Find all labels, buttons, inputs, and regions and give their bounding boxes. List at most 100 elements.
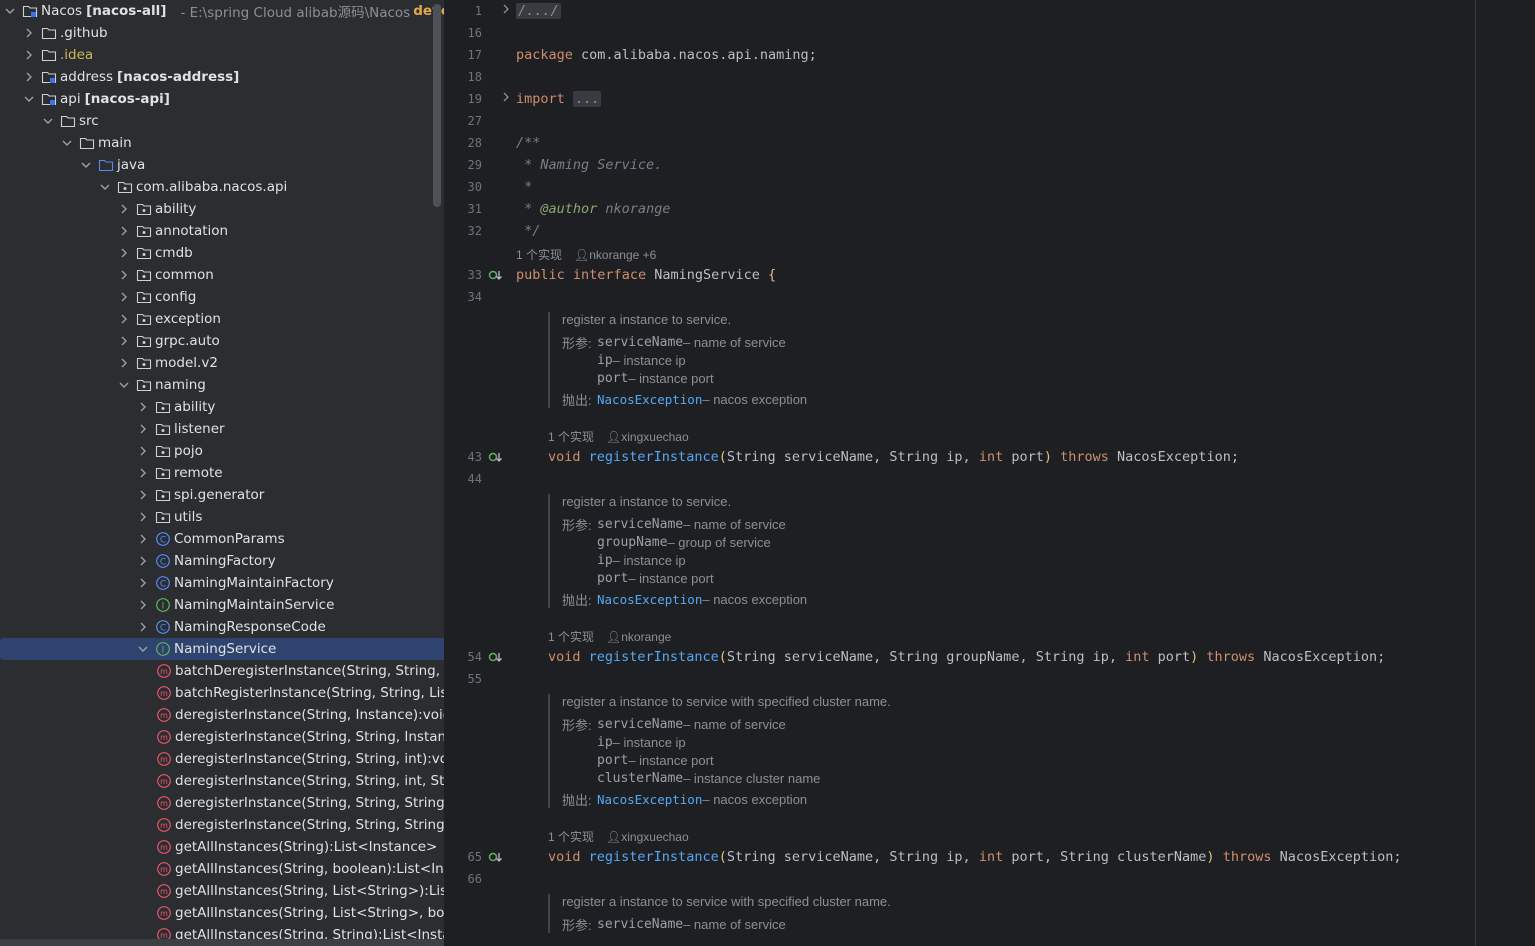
tree-horizontal-scrollbar[interactable] [0, 939, 444, 946]
chevron-down-icon[interactable] [42, 110, 54, 132]
tree-node-src[interactable]: src [0, 110, 444, 132]
chevron-down-icon[interactable] [4, 0, 16, 22]
chevron-right-icon[interactable] [118, 352, 130, 374]
chevron-right-icon[interactable] [137, 462, 149, 484]
tree-node-pojo[interactable]: pojo [0, 440, 444, 462]
tree-node-address[interactable]: address [nacos-address] [0, 66, 444, 88]
tree-node-utils[interactable]: utils [0, 506, 444, 528]
tree-node-annotation[interactable]: annotation [0, 220, 444, 242]
chevron-right-icon[interactable] [23, 22, 35, 44]
tree-node-deregisterinstance-string-instance-voic[interactable]: m deregisterInstance(String, Instance):vo… [0, 704, 444, 726]
chevron-right-icon[interactable] [118, 330, 130, 352]
implementations-hint[interactable]: 1 个实现 [548, 430, 594, 444]
tree-node-main[interactable]: main [0, 132, 444, 154]
tree-node-deregisterinstance-string-string-int-vo[interactable]: m deregisterInstance(String, String, int)… [0, 748, 444, 770]
tree-node-nacos[interactable]: Nacos [nacos-all] - E:\spring Cloud alibab… [0, 0, 444, 22]
implemented-by-icon[interactable] [488, 268, 504, 282]
inlay-hint[interactable]: 1 个实现 👤︎nkorange [548, 628, 671, 645]
inlay-hint[interactable]: 1 个实现 👤︎xingxuechao [548, 828, 689, 845]
folded-header[interactable]: /.../ [516, 3, 561, 19]
chevron-down-icon[interactable] [23, 88, 35, 110]
tree-node-namingmaintainfactory[interactable]: C NamingMaintainFactory [0, 572, 444, 594]
chevron-right-icon[interactable] [118, 242, 130, 264]
chevron-right-icon[interactable] [118, 264, 130, 286]
tree-node-github[interactable]: .github [0, 22, 444, 44]
chevron-right-icon[interactable] [137, 594, 149, 616]
tree-node-namingfactory[interactable]: C NamingFactory [0, 550, 444, 572]
authors-hint[interactable]: nkorange +6 [589, 248, 656, 262]
tree-node-deregisterinstance-string-string-instan[interactable]: m deregisterInstance(String, String, Inst… [0, 726, 444, 748]
exception-link[interactable]: NacosException [597, 592, 702, 607]
exception-link[interactable]: NacosException [597, 792, 702, 807]
chevron-right-icon[interactable] [118, 198, 130, 220]
chevron-right-icon[interactable] [137, 396, 149, 418]
tree-node-grpc-auto[interactable]: grpc.auto [0, 330, 444, 352]
implementations-hint[interactable]: 1 个实现 [548, 830, 594, 844]
code-line[interactable]: void registerInstance(String serviceName… [548, 449, 1239, 465]
code-line[interactable]: public interface NamingService { [516, 267, 776, 283]
fold-expand-icon[interactable] [502, 92, 510, 105]
code-line[interactable]: package com.alibaba.nacos.api.naming; [516, 47, 817, 63]
tree-node-java[interactable]: java [0, 154, 444, 176]
tree-vertical-scrollbar[interactable] [433, 4, 441, 207]
tree-node-namingmaintainservice[interactable]: I NamingMaintainService [0, 594, 444, 616]
author-hint[interactable]: xingxuechao [621, 430, 688, 444]
project-tree-panel[interactable]: Nacos [nacos-all] - E:\spring Cloud alibab… [0, 0, 444, 946]
code-line[interactable]: void registerInstance(String serviceName… [548, 849, 1402, 865]
tree-node-ability[interactable]: ability [0, 198, 444, 220]
tree-node-batchregisterinstance-string-string-lis[interactable]: m batchRegisterInstance(String, String, L… [0, 682, 444, 704]
inlay-hint[interactable]: 1 个实现 👤︎xingxuechao [548, 428, 689, 445]
tree-node-deregisterinstance-string-string-int-st[interactable]: m deregisterInstance(String, String, int,… [0, 770, 444, 792]
tree-node-deregisterinstance-string-string-string[interactable]: m deregisterInstance(String, String, Stri… [0, 814, 444, 836]
code-line[interactable]: /** [516, 135, 540, 151]
code-line[interactable]: import ... [516, 91, 602, 107]
implemented-by-icon[interactable] [488, 650, 504, 664]
tree-node-cmdb[interactable]: cmdb [0, 242, 444, 264]
tree-node-ability[interactable]: ability [0, 396, 444, 418]
chevron-right-icon[interactable] [137, 572, 149, 594]
implemented-by-icon[interactable] [488, 450, 504, 464]
tree-node-commonparams[interactable]: C CommonParams [0, 528, 444, 550]
rendered-javadoc[interactable]: register a instance to service with spec… [548, 694, 1102, 808]
tree-node-naming[interactable]: naming [0, 374, 444, 396]
chevron-right-icon[interactable] [137, 616, 149, 638]
code-line[interactable]: */ [516, 223, 540, 239]
chevron-right-icon[interactable] [118, 220, 130, 242]
chevron-right-icon[interactable] [118, 308, 130, 330]
tree-node-getallinstances-string-list-string-boo[interactable]: m getAllInstances(String, List<String>, b… [0, 902, 444, 924]
chevron-right-icon[interactable] [137, 506, 149, 528]
chevron-down-icon[interactable] [118, 374, 130, 396]
chevron-right-icon[interactable] [137, 484, 149, 506]
tree-node-remote[interactable]: remote [0, 462, 444, 484]
chevron-down-icon[interactable] [137, 638, 149, 660]
code-line[interactable]: * @author nkorange [516, 201, 670, 217]
rendered-javadoc[interactable]: register a instance to service. 形参: servic… [548, 312, 1102, 408]
tree-node-getallinstances-string-list-string-list[interactable]: m getAllInstances(String, List<String>):L… [0, 880, 444, 902]
tree-node-idea[interactable]: .idea [0, 44, 444, 66]
chevron-right-icon[interactable] [23, 66, 35, 88]
code-line[interactable]: * Naming Service. [516, 157, 662, 173]
author-hint[interactable]: xingxuechao [621, 830, 688, 844]
rendered-javadoc[interactable]: register a instance to service with spec… [548, 894, 1102, 933]
rendered-javadoc[interactable]: register a instance to service. 形参: servic… [548, 494, 1102, 608]
implemented-by-icon[interactable] [488, 850, 504, 864]
tree-node-listener[interactable]: listener [0, 418, 444, 440]
chevron-right-icon[interactable] [137, 440, 149, 462]
tree-node-com-alibaba-nacos-api[interactable]: com.alibaba.nacos.api [0, 176, 444, 198]
inlay-hint[interactable]: 1 个实现 👤︎nkorange +6 [516, 246, 656, 263]
chevron-right-icon[interactable] [118, 286, 130, 308]
code-editor[interactable]: 1 16 17 18 19 27 28 29 30 31 32 33 34 43… [444, 0, 1535, 946]
author-hint[interactable]: nkorange [621, 630, 671, 644]
tree-node-model-v2[interactable]: model.v2 [0, 352, 444, 374]
chevron-right-icon[interactable] [137, 418, 149, 440]
tree-node-api[interactable]: api [nacos-api] [0, 88, 444, 110]
folded-imports[interactable]: ... [572, 91, 602, 107]
code-line[interactable]: /.../ [516, 3, 561, 19]
implementations-hint[interactable]: 1 个实现 [516, 248, 562, 262]
chevron-right-icon[interactable] [137, 528, 149, 550]
tree-node-config[interactable]: config [0, 286, 444, 308]
chevron-down-icon[interactable] [61, 132, 73, 154]
tree-node-batchderegisterinstance-string-string-l[interactable]: m batchDeregisterInstance(String, String,… [0, 660, 444, 682]
code-line[interactable]: * [516, 179, 532, 195]
tree-node-getallinstances-string-boolean-list-ins[interactable]: m getAllInstances(String, boolean):List<I… [0, 858, 444, 880]
